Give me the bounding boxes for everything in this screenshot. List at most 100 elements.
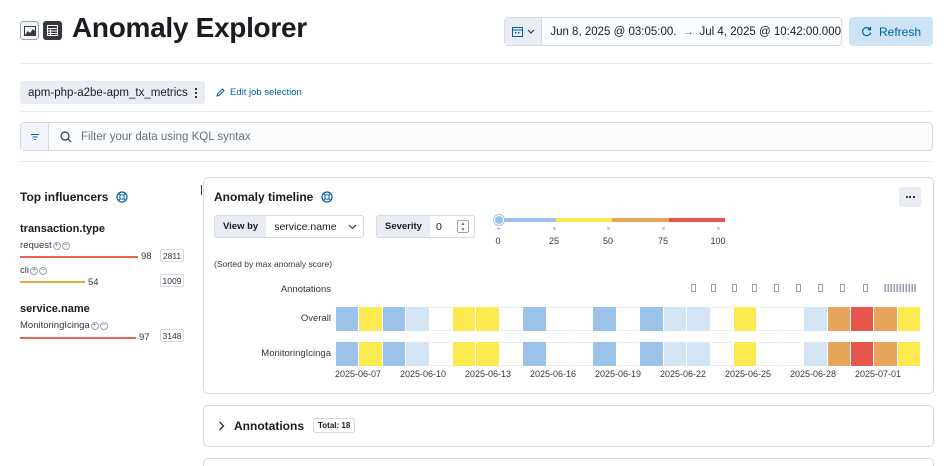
date-start[interactable]: Jun 8, 2025 @ 03:05:00.0... — [542, 26, 677, 38]
swimlane-cell[interactable] — [547, 342, 571, 366]
add-filter-icon[interactable]: + — [52, 241, 61, 250]
more-options-button[interactable] — [899, 187, 921, 207]
swimlane-cell[interactable] — [874, 342, 898, 366]
swimlane-cell[interactable] — [687, 307, 711, 331]
job-badge[interactable]: apm-php-a2be-apm_tx_metrics — [20, 81, 205, 104]
swimlane-cell[interactable] — [663, 307, 688, 331]
swimlane-cell[interactable] — [430, 342, 454, 366]
annotation-marker[interactable] — [899, 284, 901, 292]
swimlane-cell[interactable] — [406, 307, 430, 331]
swimlane-cell[interactable] — [382, 342, 407, 366]
date-axis-label: 2025-06-19 — [594, 369, 642, 379]
swimlane-cell[interactable] — [570, 342, 594, 366]
search-input[interactable] — [81, 130, 881, 143]
swimlane-cell[interactable] — [453, 342, 477, 366]
remove-filter-icon[interactable]: − — [99, 321, 108, 330]
swimlane-overall[interactable] — [336, 307, 922, 331]
swimlane-cell[interactable] — [640, 342, 664, 366]
severity-value[interactable]: 0 — [430, 216, 452, 237]
swimlane-cell[interactable] — [711, 307, 734, 331]
annotations-row-label: Annotations — [280, 284, 331, 295]
swimlane-cell[interactable] — [711, 342, 734, 366]
annotation-marker[interactable] — [911, 284, 913, 292]
annotation-marker[interactable] — [711, 284, 716, 292]
help-icon[interactable] — [321, 191, 333, 203]
add-filter-icon[interactable]: + — [90, 321, 99, 330]
remove-filter-icon[interactable]: − — [61, 241, 70, 250]
swimlane-cell[interactable] — [593, 342, 617, 366]
stepper-icon[interactable]: ▲ ▼ — [457, 220, 469, 233]
severity-tick — [607, 227, 610, 230]
swimlane-cell[interactable] — [781, 307, 805, 331]
date-picker[interactable]: Jun 8, 2025 @ 03:05:00.0... → Jul 4, 202… — [504, 17, 842, 46]
swimlane-cell[interactable] — [500, 307, 524, 331]
swimlane-cell[interactable] — [757, 342, 781, 366]
swimlane-cell[interactable] — [827, 342, 851, 366]
swimlane-cell[interactable] — [804, 307, 828, 331]
annotation-marker[interactable] — [914, 284, 916, 292]
annotation-marker[interactable] — [908, 284, 910, 292]
swimlane-cell[interactable] — [850, 307, 875, 331]
swimlane-cell[interactable] — [523, 307, 547, 331]
swimlane-cell[interactable] — [476, 342, 500, 366]
annotation-marker[interactable] — [818, 284, 823, 292]
view-by-select[interactable]: View by service.name — [214, 215, 364, 238]
annotation-marker[interactable] — [863, 284, 868, 292]
help-icon[interactable] — [116, 191, 129, 203]
swimlane-cell[interactable] — [523, 342, 547, 366]
swimlane-cell[interactable] — [733, 342, 758, 366]
annotation-marker[interactable] — [732, 284, 737, 292]
swimlane-cell[interactable] — [547, 307, 571, 331]
quick-menu-button[interactable] — [505, 18, 543, 45]
swimlane-cell[interactable] — [430, 307, 454, 331]
swimlane-cell[interactable] — [359, 342, 383, 366]
swimlane-cell[interactable] — [406, 342, 430, 366]
annotation-marker[interactable] — [905, 284, 907, 292]
swimlane-cell[interactable] — [897, 307, 922, 331]
swimlane-cell[interactable] — [453, 307, 477, 331]
swimlane-cell[interactable] — [687, 342, 711, 366]
refresh-button[interactable]: Refresh — [849, 17, 933, 46]
swimlane-cell[interactable] — [897, 342, 922, 366]
annotations-accordion-toggle[interactable]: Annotations Total: 18 — [218, 418, 356, 433]
swimlane-cell[interactable] — [827, 307, 851, 331]
swimlane-cell[interactable] — [733, 307, 758, 331]
annotation-marker[interactable] — [691, 284, 696, 292]
swimlane-cell[interactable] — [336, 307, 360, 331]
annotation-marker[interactable] — [890, 284, 892, 292]
annotation-marker[interactable] — [884, 284, 886, 292]
annotation-marker[interactable] — [893, 284, 895, 292]
swimlane-cell[interactable] — [359, 307, 383, 331]
severity-slider-handle[interactable] — [494, 215, 504, 225]
swimlane-monitoringicinga[interactable] — [336, 342, 922, 366]
swimlane-cell[interactable] — [570, 307, 594, 331]
annotation-marker[interactable] — [774, 284, 779, 292]
swimlane-cell[interactable] — [593, 307, 617, 331]
swimlane-cell[interactable] — [382, 307, 407, 331]
edit-job-selection-link[interactable]: Edit job selection — [216, 87, 302, 98]
annotation-marker[interactable] — [887, 284, 889, 292]
swimlane-cell[interactable] — [476, 307, 500, 331]
swimlane-cell[interactable] — [663, 342, 688, 366]
filter-menu-button[interactable] — [21, 123, 49, 150]
swimlane-cell[interactable] — [617, 342, 641, 366]
annotation-marker[interactable] — [796, 284, 801, 292]
swimlane-cell[interactable] — [850, 342, 875, 366]
severity-input[interactable]: Severity 0 ▲ ▼ — [376, 215, 475, 238]
swimlane-cell[interactable] — [781, 342, 805, 366]
swimlane-cell[interactable] — [617, 307, 641, 331]
swimlane-cell[interactable] — [640, 307, 664, 331]
swimlane-cell[interactable] — [500, 342, 524, 366]
swimlane-cell[interactable] — [804, 342, 828, 366]
swimlane-cell[interactable] — [757, 307, 781, 331]
swimlane-cell[interactable] — [874, 307, 898, 331]
remove-filter-icon[interactable]: − — [38, 266, 47, 275]
swimlane-cell[interactable] — [336, 342, 360, 366]
annotation-marker[interactable] — [896, 284, 898, 292]
annotation-marker[interactable] — [840, 284, 845, 292]
date-end[interactable]: Jul 4, 2025 @ 10:42:00.000 — [700, 26, 841, 38]
annotation-marker[interactable] — [752, 284, 757, 292]
annotation-marker[interactable] — [902, 284, 904, 292]
add-filter-icon[interactable]: + — [29, 266, 38, 275]
severity-tick — [662, 227, 665, 230]
